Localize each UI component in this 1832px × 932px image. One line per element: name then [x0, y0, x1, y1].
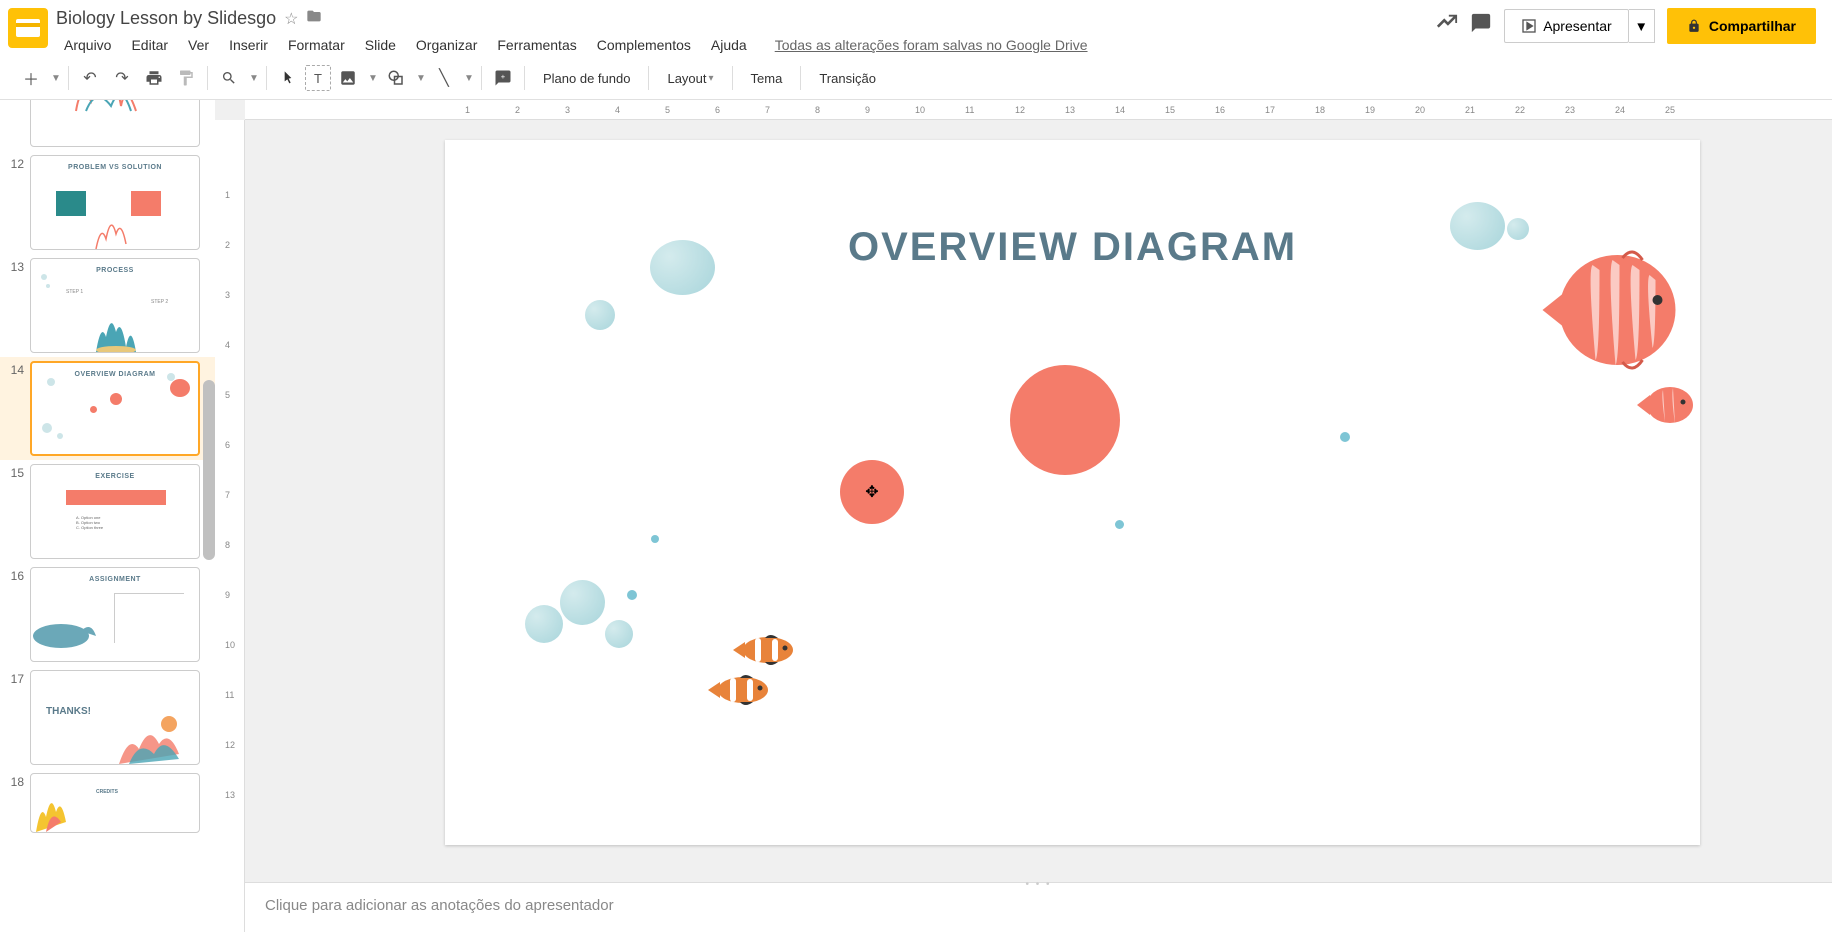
bubble-decoration[interactable] — [560, 580, 605, 625]
paint-format-button[interactable] — [171, 63, 201, 93]
play-icon — [1521, 18, 1537, 34]
star-icon[interactable]: ☆ — [284, 9, 298, 29]
layout-button[interactable]: Layout▾ — [655, 63, 725, 93]
slide-thumb-18[interactable]: CREDITS — [30, 773, 200, 833]
discus-fish-image[interactable] — [1535, 240, 1690, 380]
line-button[interactable]: ╲ — [429, 63, 459, 93]
document-title[interactable]: Biology Lesson by Slidesgo — [56, 8, 276, 29]
shape-button[interactable] — [381, 63, 411, 93]
menu-format[interactable]: Formatar — [280, 33, 353, 57]
slide-thumb-15[interactable]: EXERCISE A. Option oneB. Option twoC. Op… — [30, 464, 200, 559]
image-button[interactable] — [333, 63, 363, 93]
canvas-area[interactable]: 1 2 3 4 5 6 7 8 9 10 11 12 13 14 15 16 1… — [215, 100, 1832, 932]
move-folder-icon[interactable] — [306, 8, 322, 29]
new-slide-button[interactable]: ＋ — [16, 63, 46, 93]
activity-icon[interactable] — [1436, 12, 1458, 40]
header: Biology Lesson by Slidesgo ☆ Arquivo Edi… — [0, 0, 1832, 57]
bubble-decoration[interactable] — [1340, 432, 1350, 442]
menu-file[interactable]: Arquivo — [56, 33, 119, 57]
bubble-decoration[interactable] — [1115, 520, 1124, 529]
bubble-decoration[interactable] — [650, 240, 715, 295]
slide-thumb-17[interactable]: THANKS! — [30, 670, 200, 765]
menu-tools[interactable]: Ferramentas — [489, 33, 584, 57]
sidebar-scrollbar[interactable] — [203, 380, 215, 560]
lock-icon — [1687, 19, 1701, 33]
comment-button[interactable]: + — [488, 63, 518, 93]
slide-thumb-16[interactable]: ASSIGNMENT — [30, 567, 200, 662]
shape-dropdown[interactable]: ▼ — [413, 63, 427, 93]
slide-number: 17 — [8, 670, 30, 686]
textbox-button[interactable]: T — [305, 65, 331, 91]
comments-icon[interactable] — [1470, 12, 1492, 40]
slides-logo-icon[interactable] — [8, 8, 48, 48]
slide-number: 15 — [8, 464, 30, 480]
bubble-decoration[interactable] — [1507, 218, 1529, 240]
slide-thumb-14[interactable]: OVERVIEW DIAGRAM — [30, 361, 200, 456]
redo-button[interactable]: ↷ — [107, 63, 137, 93]
move-cursor-icon: ✥ — [865, 482, 878, 502]
slide-heading[interactable]: OVERVIEW DIAGRAM — [848, 225, 1297, 270]
slide-number: 18 — [8, 773, 30, 789]
bubble-decoration[interactable] — [651, 535, 659, 543]
slide-number: 14 — [8, 361, 30, 377]
zoom-dropdown[interactable]: ▼ — [246, 63, 260, 93]
slide-number: 12 — [8, 155, 30, 171]
bubble-decoration[interactable] — [605, 620, 633, 648]
background-button[interactable]: Plano de fundo — [531, 63, 642, 93]
clownfish-image[interactable] — [730, 630, 800, 670]
title-area: Biology Lesson by Slidesgo ☆ Arquivo Edi… — [56, 8, 1436, 57]
clownfish-image[interactable] — [705, 670, 775, 710]
line-dropdown[interactable]: ▼ — [461, 63, 475, 93]
undo-button[interactable]: ↶ — [75, 63, 105, 93]
select-tool-button[interactable] — [273, 63, 303, 93]
slide-thumb-12[interactable]: PROBLEM VS SOLUTION — [30, 155, 200, 250]
bubble-decoration[interactable] — [627, 590, 637, 600]
shape-circle-medium[interactable]: ✥ — [840, 460, 904, 524]
menu-edit[interactable]: Editar — [123, 33, 176, 57]
bubble-decoration[interactable] — [525, 605, 563, 643]
slide-number: 16 — [8, 567, 30, 583]
menubar: Arquivo Editar Ver Inserir Formatar Slid… — [56, 33, 1436, 57]
small-fish-image[interactable] — [1635, 380, 1700, 430]
zoom-button[interactable] — [214, 63, 244, 93]
menu-arrange[interactable]: Organizar — [408, 33, 485, 57]
print-button[interactable] — [139, 63, 169, 93]
present-button[interactable]: Apresentar — [1504, 9, 1628, 43]
bubble-decoration[interactable] — [585, 300, 615, 330]
shape-circle-large[interactable] — [1010, 365, 1120, 475]
menu-help[interactable]: Ajuda — [703, 33, 755, 57]
svg-text:+: + — [501, 72, 506, 81]
save-status[interactable]: Todas as alterações foram salvas no Goog… — [767, 33, 1096, 57]
toolbar: ＋ ▼ ↶ ↷ ▼ T ▼ ▼ ╲ ▼ + Plano de fundo Lay… — [0, 57, 1832, 100]
menu-addons[interactable]: Complementos — [589, 33, 699, 57]
bubble-decoration[interactable] — [1450, 202, 1505, 250]
slide-canvas[interactable]: OVERVIEW DIAGRAM ✥ — [445, 140, 1700, 845]
slide-thumb-13[interactable]: PROCESS STEP 1 STEP 2 — [30, 258, 200, 353]
menu-view[interactable]: Ver — [180, 33, 217, 57]
new-slide-dropdown[interactable]: ▼ — [48, 63, 62, 93]
slide-panel[interactable]: 12 PROBLEM VS SOLUTION 13 PROCESS STEP 1… — [0, 100, 215, 932]
present-dropdown-button[interactable]: ▼ — [1629, 9, 1655, 43]
speaker-notes[interactable]: • • • Clique para adicionar as anotações… — [245, 882, 1832, 932]
share-button[interactable]: Compartilhar — [1667, 8, 1816, 44]
menu-insert[interactable]: Inserir — [221, 33, 276, 57]
slide-number: 13 — [8, 258, 30, 274]
image-dropdown[interactable]: ▼ — [365, 63, 379, 93]
notes-placeholder: Clique para adicionar as anotações do ap… — [265, 897, 614, 914]
menu-slide[interactable]: Slide — [357, 33, 404, 57]
notes-resize-handle[interactable]: • • • — [1025, 879, 1051, 890]
horizontal-ruler[interactable]: 1 2 3 4 5 6 7 8 9 10 11 12 13 14 15 16 1… — [245, 100, 1832, 120]
transition-button[interactable]: Transição — [807, 63, 888, 93]
theme-button[interactable]: Tema — [739, 63, 795, 93]
vertical-ruler[interactable]: 1 2 3 4 5 6 7 8 9 10 11 12 13 — [215, 120, 245, 932]
slide-thumb-11[interactable] — [30, 100, 200, 147]
